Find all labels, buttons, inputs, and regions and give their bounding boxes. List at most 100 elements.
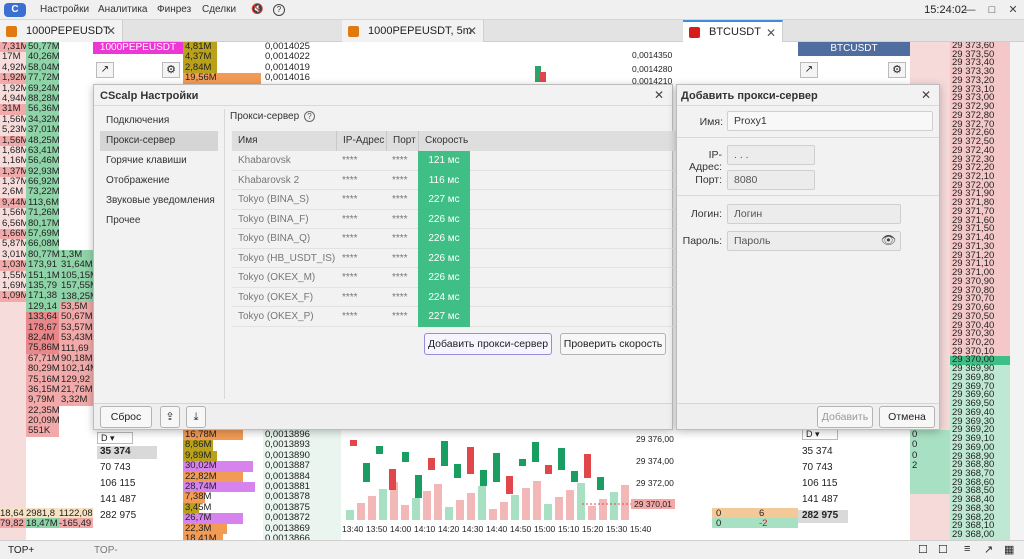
volume-cell: 37,01M [26,124,59,136]
cell-port: **** [392,291,408,303]
reset-button[interactable]: Сброс [100,406,152,428]
minimize-icon[interactable]: — [962,2,978,18]
time-tick: 14:20 [438,524,460,534]
chart-toggle-icon[interactable]: ↗ [800,62,818,78]
table-row[interactable]: Tokyo (BINA_S) **** **** 227 мс [232,190,694,210]
help-icon[interactable]: ? [273,4,285,16]
step-select[interactable]: D ▾ [97,432,133,444]
mute-icon[interactable]: 🔇 [251,4,263,15]
add-proxy-button[interactable]: Добавить прокси-сервер [424,333,552,355]
gear-icon[interactable]: ⚙ [888,62,906,78]
nav-proxy[interactable]: Прокси-сервер [100,131,218,151]
stat-value[interactable]: 106 115 [100,478,135,489]
close-icon[interactable]: ✕ [921,88,931,102]
settings-footer: Сброс ⇪ ⤓ [94,403,672,429]
port-label: Порт: [695,174,722,186]
eye-icon[interactable]: 👁 [881,233,896,247]
stat-value[interactable]: 35 374 [802,446,833,457]
menu-trades[interactable]: Сделки [202,4,236,15]
candle [519,459,526,466]
list-icon[interactable]: ≡ [964,543,970,555]
cell-port: **** [392,194,408,205]
help-icon[interactable]: ? [304,111,315,122]
stat-value[interactable]: 70 743 [100,462,131,473]
maximize-icon[interactable]: □ [984,2,1000,18]
close-tab-icon[interactable]: ✕ [106,24,116,38]
chart-icon[interactable]: ↗ [984,543,993,556]
name-field[interactable]: Proxy1 [727,111,933,131]
close-tab-icon[interactable]: ✕ [467,24,477,38]
add-button[interactable]: Добавить [817,406,873,428]
menu-finrez[interactable]: Финрез [157,4,191,15]
tab-pepe[interactable]: 1000PEPEUSDT ✕ [0,20,123,42]
pepe-prices-top: 0,0014025 0,0014022 0,0014019 0,0014016 [263,42,341,84]
pepe-stats: D ▾ 35 374 70 743 106 115 141 487 282 97… [93,430,183,540]
login-field[interactable]: Логин [727,204,901,224]
cell-ip: **** [342,155,358,166]
time-tick: 15:30 [606,524,628,534]
calculator-icon[interactable]: ▦ [1004,543,1014,556]
stat-value[interactable]: 106 115 [802,478,837,489]
table-row[interactable]: Tokyo (BINA_Q) **** **** 226 мс [232,229,694,249]
cell-name: Tokyo (BINA_F) [238,213,309,225]
tab-btc[interactable]: BTCUSDT ✕ [683,20,783,42]
table-row[interactable]: Tokyo (OKEX_M) **** **** 226 мс [232,268,694,288]
ip-field[interactable]: . . . [727,145,815,165]
nav-connections[interactable]: Подключения [100,111,218,131]
upload-icon[interactable]: ⇪ [160,406,180,428]
name-label: Имя: [699,116,723,128]
time-tick: 15:40 [630,524,652,534]
scrollbar[interactable] [1010,42,1024,540]
cell-name: Tokyo (BINA_Q) [238,233,311,244]
menu-settings[interactable]: Настройки [40,4,89,15]
candle [441,441,448,466]
tab-pepe-5m[interactable]: 1000PEPEUSDT, 5m ✕ [342,20,484,42]
stat-value[interactable]: 282 975 [798,510,848,523]
col-speed: Скорость [418,131,470,151]
axis-tick: 29 374,00 [636,456,674,466]
volume-cell: 0,0013887 [265,460,310,472]
nav-sound[interactable]: Звуковые уведомления [100,191,218,211]
nav-hotkeys[interactable]: Горячие клавиши [100,151,218,171]
download-icon[interactable]: ⤓ [186,406,206,428]
menu-analytics[interactable]: Аналитика [98,4,148,15]
table-row[interactable]: Tokyo (OKEX_P) **** **** 227 мс [232,307,694,327]
screen-icon[interactable]: ☐ [918,543,928,556]
window-icon[interactable]: ☐ [938,543,948,556]
volume-cell: 0,0013872 [265,512,310,524]
stat-value[interactable]: 282 975 [100,510,136,521]
check-speed-button[interactable]: Проверить скорость [560,333,666,355]
chart-toggle-icon[interactable]: ↗ [96,62,114,78]
table-row[interactable]: Khabarovsk 2 **** **** 116 мс [232,170,694,191]
trade-cell: -2 [759,518,768,529]
cell-name: Tokyo (OKEX_P) [238,311,314,322]
volume-bar [423,491,431,520]
port-field[interactable]: 8080 [727,170,815,190]
nav-display[interactable]: Отображение [100,171,218,191]
close-window-icon[interactable]: ✕ [1005,2,1021,18]
table-row[interactable]: Tokyo (HB_USDT_IS) **** **** 226 мс [232,248,694,269]
stat-value[interactable]: 141 487 [802,494,838,505]
cancel-button[interactable]: Отмена [879,406,935,428]
time-tick: 15:00 [534,524,556,534]
top-plus-button[interactable]: TOP+ [8,545,34,556]
chart-top: 0,0014350 0,0014280 0,0014210 [342,42,682,86]
close-icon[interactable]: ✕ [654,88,664,102]
nav-other[interactable]: Прочее [100,211,218,231]
table-row[interactable]: Tokyo (BINA_F) **** **** 226 мс [232,209,694,230]
volume-bar [566,490,574,520]
password-field[interactable]: Пароль [727,231,901,251]
close-tab-icon[interactable]: ✕ [766,26,776,40]
add-proxy-title: Добавить прокси-сервер [677,85,939,106]
password-label: Пароль: [682,235,722,247]
table-row[interactable]: Khabarovsk **** **** 121 мс [232,151,694,171]
stat-value[interactable]: 70 743 [802,462,833,473]
stat-value[interactable]: 35 374 [97,446,157,459]
settings-title: CScalp Настройки [94,85,672,106]
proxy-table-header: Имя IP-Адрес Порт Скорость [232,131,694,151]
time-tick: 14:10 [414,524,436,534]
table-row[interactable]: Tokyo (OKEX_F) **** **** 224 мс [232,287,694,308]
top-minus-button[interactable]: TOP- [94,545,118,556]
gear-icon[interactable]: ⚙ [162,62,180,78]
stat-value[interactable]: 141 487 [100,494,136,505]
